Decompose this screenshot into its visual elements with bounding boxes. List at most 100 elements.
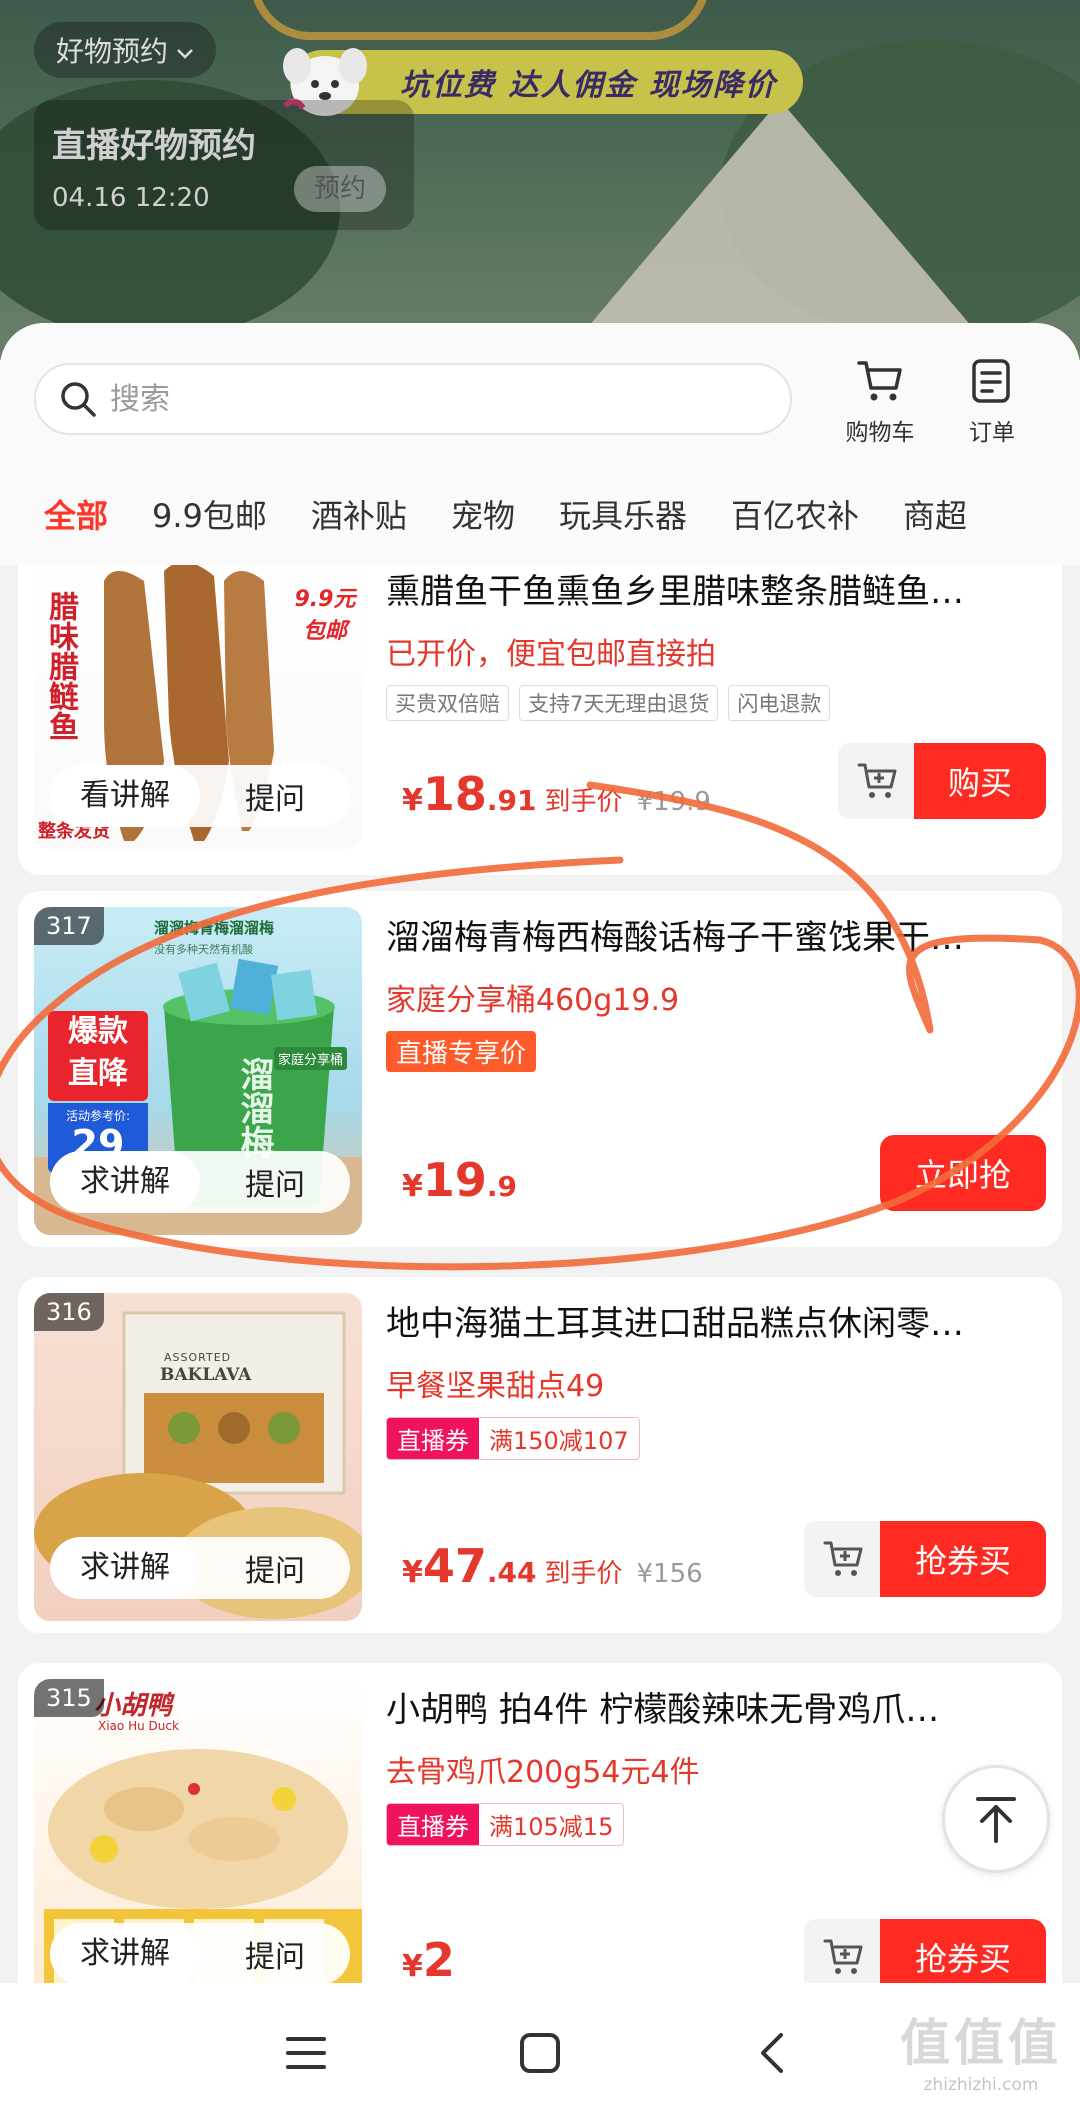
coupon-value: 满105减15 <box>489 1813 614 1841</box>
ask-question-button[interactable]: 提问 <box>200 1546 350 1590</box>
thumb-top-text: 溜溜梅青梅溜溜梅 <box>154 919 275 937</box>
add-cart-icon <box>823 1939 863 1974</box>
product-price: ¥ 18 .91 到手价 ¥19.9 <box>402 767 711 821</box>
product-info: 腊滋韵 湖南家乡特产农家风味柴火烟 熏腊鱼干鱼熏鱼乡里腊味整条腊鲢鱼… 已开价，… <box>386 565 1046 721</box>
explain-ask-pill: 求讲解 提问 <box>50 1537 350 1599</box>
add-to-cart-button[interactable] <box>804 1521 884 1597</box>
product-info: 地中海猫土耳其进口甜品糕点休闲零… 早餐坚果甜点49 直播券 满150减107 <box>386 1301 1046 1460</box>
product-card[interactable]: 腊味腊鲢鱼 9.9元包邮 整条发货 看讲解 提问 腊滋韵 湖南家乡特产农家风味柴… <box>18 565 1062 875</box>
tab-agri-subsidy[interactable]: 百亿农补 <box>709 491 881 537</box>
coupon-value: 满150减107 <box>489 1427 629 1455</box>
price-integer: 18 <box>422 767 487 821</box>
tab-pets[interactable]: 宠物 <box>429 491 537 537</box>
live-coupon[interactable]: 直播券 满105减15 <box>386 1803 625 1846</box>
tab-9-9-free-shipping[interactable]: 9.9包邮 <box>130 491 289 537</box>
add-to-cart-button[interactable] <box>804 1919 884 1983</box>
home-icon[interactable] <box>510 2023 570 2083</box>
price-currency: ¥ <box>402 1949 423 1983</box>
preorder-card[interactable]: 直播好物预约 04.16 12:20 预约 <box>34 100 414 230</box>
product-title: 熏腊鱼干鱼熏鱼乡里腊味整条腊鲢鱼… <box>386 572 964 612</box>
sheet-header: 购物车 订单 全部 9.9包邮 酒补贴 宠物 玩具乐器 百亿农补 商超 <box>0 323 1080 565</box>
product-title: 小胡鸭 拍4件 柠檬酸辣味无骨鸡爪… <box>386 1690 940 1730</box>
product-subtitle: 已开价，便宜包邮直接拍 <box>386 637 716 672</box>
rank-badge: 316 <box>34 1293 104 1331</box>
request-explain-button[interactable]: 求讲解 <box>50 1151 200 1213</box>
ask-question-button[interactable]: 提问 <box>200 1932 350 1976</box>
product-subtitle: 去骨鸡爪200g54元4件 <box>386 1755 700 1790</box>
thumb-bucket-tag: 家庭分享桶 <box>274 1047 348 1070</box>
request-explain-button[interactable]: 求讲解 <box>50 1537 200 1599</box>
watermark-url: zhizhizhi.com <box>923 2075 1039 2095</box>
thumb-side-text: 腊味腊鲢鱼 <box>43 591 78 741</box>
coupon-tags: 直播券 满150减107 <box>386 1417 1046 1460</box>
promo-banner-text: 坑位费 达人佣金 现场降价 <box>400 68 777 103</box>
thumb-bucket-text: 溜溜梅 <box>234 1057 274 1159</box>
original-price: ¥156 <box>636 1559 703 1589</box>
price-currency: ¥ <box>402 1555 423 1590</box>
grab-coupon-buy-button[interactable]: 抢券买 <box>880 1919 1046 1983</box>
live-stream-background: 好物预约 坑位费 达人佣金 现场降价 直播好物预约 04.16 12:20 预约 <box>0 0 1080 360</box>
product-image[interactable]: 315 小胡鸭 Xiao Hu Duck 求讲解 提问 <box>34 1679 362 1983</box>
product-image[interactable]: 317 溜溜梅青梅溜溜梅 没有多种天然有机酸 溜溜梅 家庭分享桶 爆款 直降 活… <box>34 907 362 1235</box>
price-integer: 47 <box>422 1539 487 1593</box>
category-tabs: 全部 9.9包邮 酒补贴 宠物 玩具乐器 百亿农补 商超 <box>0 483 1080 545</box>
watermark-logo-text: 值值值 <box>900 2014 1062 2072</box>
price-integer: 2 <box>422 1933 455 1983</box>
product-price: ¥ 19 .9 <box>402 1153 517 1207</box>
rank-badge: 315 <box>34 1679 104 1717</box>
product-image[interactable]: 316 ASSORTED BAKLAVA 求讲解 提问 <box>34 1293 362 1621</box>
product-subtitle: 家庭分享桶460g19.9 <box>386 983 680 1018</box>
grab-coupon-buy-button[interactable]: 抢券买 <box>880 1521 1046 1597</box>
thumb-badge-text: 9.9元包邮 <box>294 587 356 644</box>
product-card[interactable]: 316 ASSORTED BAKLAVA 求讲解 提问 地中海猫土耳其进口甜品糕… <box>18 1277 1062 1633</box>
live-coupon[interactable]: 直播券 满150减107 <box>386 1417 640 1460</box>
watch-explain-button[interactable]: 看讲解 <box>50 765 200 827</box>
decor-arc <box>250 0 710 40</box>
product-title: 地中海猫土耳其进口甜品糕点休闲零… <box>386 1304 964 1344</box>
product-card[interactable]: 317 溜溜梅青梅溜溜梅 没有多种天然有机酸 溜溜梅 家庭分享桶 爆款 直降 活… <box>18 891 1062 1247</box>
price-decimal: .91 <box>486 784 537 817</box>
coupon-label: 直播券 <box>387 1418 479 1459</box>
add-cart-icon <box>857 763 897 798</box>
back-to-top-button[interactable] <box>942 1765 1050 1873</box>
tab-all[interactable]: 全部 <box>0 491 130 537</box>
product-image[interactable]: 腊味腊鲢鱼 9.9元包邮 整条发货 看讲解 提问 <box>34 565 362 849</box>
back-icon[interactable] <box>742 2023 802 2083</box>
system-navigation-bar: 值值值 zhizhizhi.com <box>0 1983 1080 2115</box>
ask-question-button[interactable]: 提问 <box>200 1160 350 1204</box>
preorder-button[interactable]: 预约 <box>293 166 386 212</box>
price-decimal: .44 <box>486 1556 537 1589</box>
live-exclusive-price-tag: 直播专享价 <box>386 1031 537 1072</box>
tab-supermarket[interactable]: 商超 <box>881 491 989 537</box>
cart-button[interactable]: 购物车 <box>830 355 930 447</box>
preorder-chip[interactable]: 好物预约 <box>34 22 217 78</box>
orders-label: 订单 <box>969 420 1015 446</box>
cart-label: 购物车 <box>845 420 915 446</box>
thumb-top-sub-text: 没有多种天然有机酸 <box>154 943 253 956</box>
product-info: 溜溜梅青梅西梅酸话梅子干蜜饯果干… 家庭分享桶460g19.9 直播专享价 <box>386 915 1046 1072</box>
recent-apps-icon[interactable] <box>276 2023 336 2083</box>
box-label-line1: ASSORTED <box>164 1351 232 1364</box>
price-currency: ¥ <box>402 783 423 818</box>
buy-now-button[interactable]: 立即抢 <box>880 1135 1046 1211</box>
request-explain-button[interactable]: 求讲解 <box>50 1923 200 1983</box>
product-card[interactable]: 315 小胡鸭 Xiao Hu Duck 求讲解 提问 小胡鸭 拍4件 柠檬酸辣… <box>18 1663 1062 1983</box>
tab-toys-instruments[interactable]: 玩具乐器 <box>537 491 709 537</box>
search-box[interactable] <box>34 363 792 435</box>
buy-button[interactable]: 购买 <box>914 743 1046 819</box>
site-watermark: 值值值 zhizhizhi.com <box>900 2003 1062 2095</box>
ask-question-button[interactable]: 提问 <box>200 774 350 818</box>
product-title: 溜溜梅青梅西梅酸话梅子干蜜饯果干… <box>386 918 964 958</box>
coupon-label: 直播券 <box>387 1804 479 1845</box>
service-tag: 闪电退款 <box>728 685 831 721</box>
tab-liquor-subsidy[interactable]: 酒补贴 <box>289 491 429 537</box>
product-price: ¥ 47 .44 到手价 ¥156 <box>402 1539 703 1593</box>
orders-button[interactable]: 订单 <box>942 355 1042 447</box>
add-cart-icon <box>823 1541 863 1576</box>
search-input[interactable] <box>110 381 730 417</box>
explain-ask-pill: 求讲解 提问 <box>50 1923 350 1983</box>
product-subtitle: 早餐坚果甜点49 <box>386 1369 605 1404</box>
add-to-cart-button[interactable] <box>838 743 918 819</box>
box-label-line2: BAKLAVA <box>160 1365 252 1385</box>
service-tags: 买贵双倍赔 支持7天无理由退货 闪电退款 <box>386 685 1046 721</box>
